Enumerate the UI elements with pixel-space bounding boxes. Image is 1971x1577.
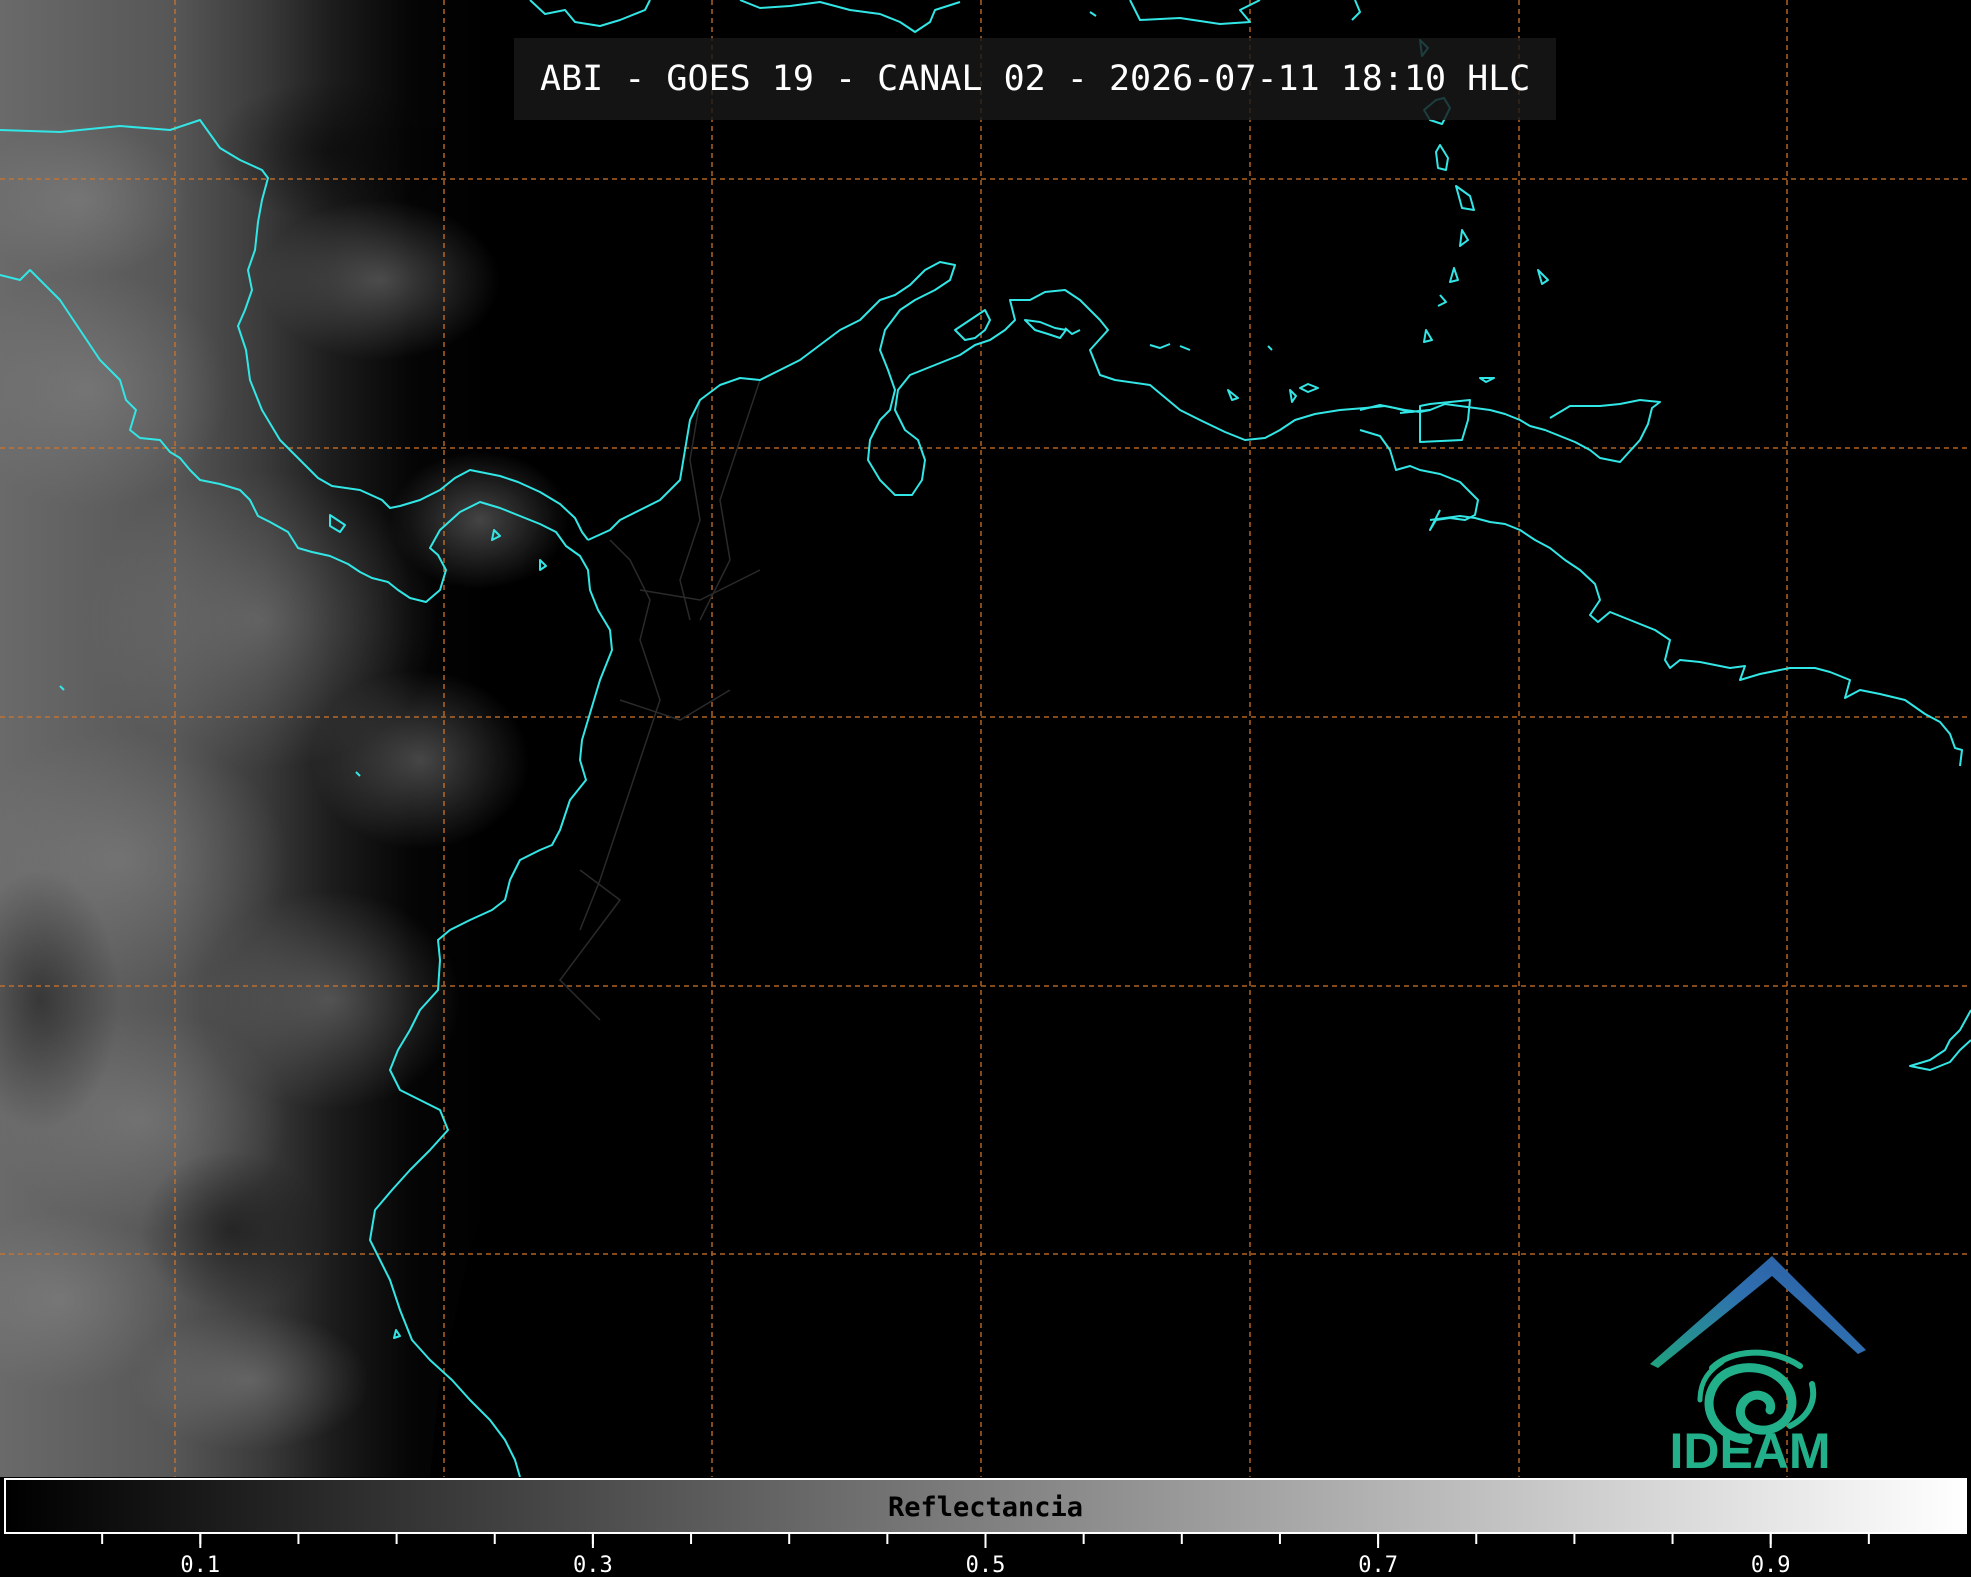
colorbar-tick-label: 0.7	[1358, 1553, 1398, 1577]
colorbar-tick-label: 0.3	[573, 1553, 613, 1577]
colorbar: Reflectancia	[4, 1478, 1967, 1534]
colorbar-tick-label: 0.1	[180, 1553, 220, 1577]
ideam-logo: IDEAM	[1650, 1256, 1866, 1475]
colorbar-label: Reflectancia	[887, 1492, 1084, 1523]
logo-text: IDEAM	[1669, 1423, 1830, 1475]
colorbar-ticks: 0.1 0.3 0.5 0.7 0.9	[101, 1534, 1870, 1577]
satellite-image-view: ABI - GOES 19 - CANAL 02 - 2026-07-11 18…	[0, 0, 1971, 1577]
colorbar-tick-label: 0.9	[1751, 1553, 1791, 1577]
colorbar-tick-label: 0.5	[966, 1553, 1006, 1577]
image-title: ABI - GOES 19 - CANAL 02 - 2026-07-11 18…	[514, 38, 1557, 120]
